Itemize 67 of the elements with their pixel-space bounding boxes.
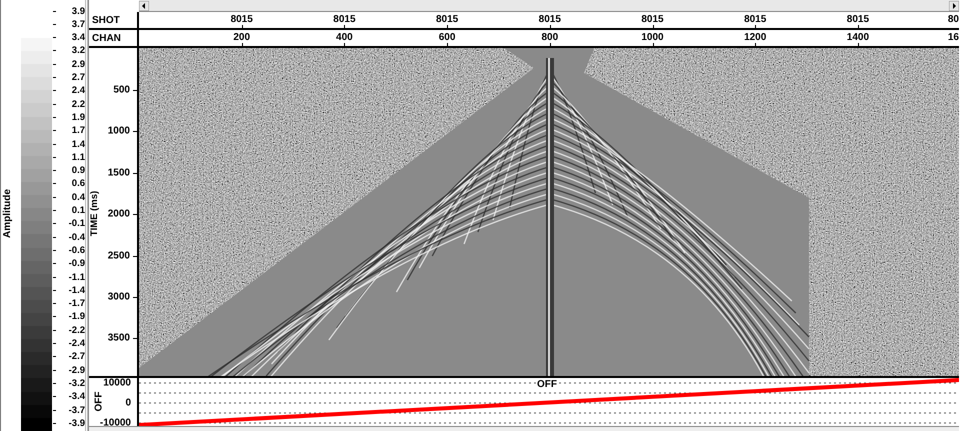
- colorbar-label: -3.4: [68, 391, 85, 402]
- colorbar-title: Amplitude: [2, 189, 13, 238]
- header-tick-label: 600: [438, 32, 456, 43]
- colorbar-label: -0.6: [68, 244, 85, 256]
- colorbar-label: 0.9: [72, 165, 85, 176]
- colorbar-label: -2.7: [68, 351, 85, 362]
- time-tick-label: 2000: [108, 208, 130, 220]
- header-tick-label: 8015: [333, 14, 356, 25]
- colorbar-label: 0.1: [72, 205, 85, 216]
- colorbar-label: -2.2: [68, 324, 85, 336]
- header-tick-label: 8015: [436, 14, 458, 25]
- colorbar-label: 2.4: [72, 85, 85, 96]
- time-tick-label: 3000: [108, 292, 130, 302]
- header-tick-label: 8015: [538, 14, 561, 25]
- colorbar-label: -1.7: [68, 298, 85, 310]
- colorbar-label: 1.9: [72, 112, 85, 123]
- offset-tick-label: -10000: [100, 418, 131, 428]
- colorbar-label: -0.4: [68, 232, 85, 243]
- header-tick-label: 400: [336, 32, 353, 43]
- colorbar-label: -1.9: [68, 311, 85, 322]
- colorbar-label: 2.9: [72, 58, 85, 70]
- axis-title: TIME (ms): [89, 190, 100, 236]
- header-tick-label: 1400: [846, 32, 870, 43]
- header-tick-label: 200: [233, 32, 250, 43]
- header-tick-label: 8015: [846, 14, 870, 25]
- colorbar-label: 2.2: [72, 98, 85, 110]
- header-tick-label: 8015: [230, 14, 253, 25]
- colorbar-label: -3.2: [68, 378, 85, 389]
- time-tick-label: 1000: [108, 126, 130, 137]
- scroll-right-icon[interactable]: [949, 0, 959, 10]
- colorbar-label: 0.4: [72, 192, 85, 203]
- scroll-left-icon[interactable]: [139, 0, 149, 10]
- header-tick-label: 8015: [641, 14, 664, 25]
- horizontal-scrollbar[interactable]: [139, 0, 959, 12]
- colorbar-label: -1.4: [68, 284, 85, 296]
- header-tick-label: 16: [948, 32, 959, 43]
- colorbar-label: -3.9: [68, 418, 85, 429]
- header-tick-label: 800: [541, 32, 558, 43]
- colorbar-label: 1.4: [72, 138, 85, 150]
- header-tick-label: 1200: [744, 32, 766, 43]
- axis-title: OFF: [94, 392, 104, 412]
- offset-tick-label: 0: [125, 398, 131, 408]
- colorbar-label: -0.1: [68, 218, 85, 230]
- colorbar-label: 3.2: [72, 45, 85, 56]
- colorbar-label: 1.1: [72, 152, 85, 163]
- colorbar-label: -2.4: [68, 338, 85, 349]
- colorbar-label: -2.9: [68, 364, 85, 376]
- time-tick-label: 1500: [108, 167, 130, 178]
- colorbar-label: 3.7: [72, 18, 85, 30]
- colorbar-label: 3.4: [72, 32, 85, 44]
- time-tick-label: 2500: [108, 250, 130, 262]
- offset-tick-label: 10000: [103, 378, 131, 388]
- colorbar-label: 1.7: [72, 125, 85, 136]
- panel-title: OFF: [537, 379, 557, 390]
- colorbar-label: 0.6: [72, 178, 85, 190]
- time-tick-label: 500: [113, 84, 130, 96]
- colorbar-label: -3.7: [68, 404, 85, 416]
- colorbar-label: -1.1: [68, 272, 85, 282]
- colorbar-label: 3.9: [72, 6, 85, 16]
- colorbar-label: -0.9: [68, 258, 85, 270]
- header-tick-label: 1000: [641, 32, 664, 43]
- time-tick-label: 3500: [108, 332, 130, 344]
- header-tick-label: 80: [948, 14, 959, 25]
- header-row-label: SHOT: [92, 14, 120, 26]
- colorbar-label: 2.7: [72, 72, 85, 83]
- header-tick-label: 8015: [744, 14, 766, 25]
- header-row-label: CHAN: [92, 32, 121, 44]
